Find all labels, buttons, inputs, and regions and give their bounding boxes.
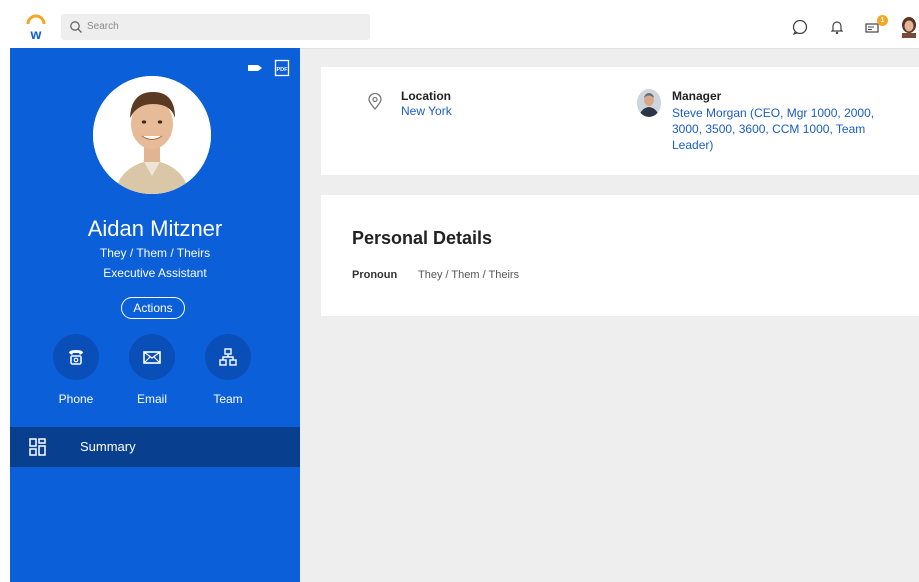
- employee-pronouns: They / Them / Theirs: [99, 246, 211, 260]
- search-input[interactable]: Search: [61, 14, 370, 40]
- profile-photo: [93, 76, 211, 194]
- email-label: Email: [136, 392, 167, 406]
- sidebar-item-summary[interactable]: Summary: [10, 427, 300, 467]
- phone-label: Phone: [58, 392, 94, 406]
- chat-icon[interactable]: [791, 18, 809, 36]
- location-label: Location: [401, 89, 451, 103]
- email-icon: [143, 351, 161, 364]
- pronoun-label: Pronoun: [352, 269, 398, 281]
- tag-icon[interactable]: [247, 62, 265, 74]
- workday-logo-icon[interactable]: w: [24, 14, 48, 42]
- personal-details-card: Personal Details Pronoun They / Them / T…: [321, 195, 919, 316]
- pronoun-value: They / Them / Theirs: [418, 269, 520, 281]
- pdf-icon[interactable]: PDF: [274, 59, 290, 77]
- phone-button[interactable]: Phone: [46, 334, 106, 406]
- dashboard-icon: [29, 438, 46, 456]
- app-window: w Search 1 PDF Aidan Mitzner They / Them…: [10, 8, 919, 582]
- manager-value[interactable]: Steve Morgan (CEO, Mgr 1000, 2000, 3000,…: [672, 105, 897, 153]
- notification-badge: 1: [877, 15, 888, 26]
- top-bar: w Search 1: [10, 8, 919, 49]
- actions-button[interactable]: Actions: [121, 297, 185, 319]
- overview-card: Location New York Manager Steve Morgan (…: [321, 67, 919, 175]
- search-icon: [70, 21, 82, 33]
- phone-icon: [69, 350, 83, 365]
- personal-details-title: Personal Details: [352, 228, 493, 248]
- manager-label: Manager: [672, 89, 722, 103]
- bell-icon[interactable]: [828, 18, 846, 36]
- user-avatar[interactable]: [900, 16, 918, 38]
- location-pin-icon: [368, 93, 382, 110]
- svg-text:w: w: [30, 26, 42, 42]
- manager-avatar: [637, 89, 661, 117]
- profile-panel: PDF Aidan Mitzner They / Them / Theirs E…: [10, 48, 300, 582]
- employee-name: Aidan Mitzner: [87, 216, 223, 241]
- employee-job-title: Executive Assistant: [103, 266, 207, 280]
- team-button[interactable]: Team: [198, 334, 258, 406]
- svg-text:PDF: PDF: [277, 67, 289, 73]
- location-value[interactable]: New York: [401, 103, 452, 119]
- sidebar-item-label: Summary: [80, 439, 136, 454]
- team-icon: [219, 348, 237, 366]
- team-label: Team: [213, 392, 243, 406]
- search-placeholder: Search: [87, 21, 119, 32]
- email-button[interactable]: Email: [122, 334, 182, 406]
